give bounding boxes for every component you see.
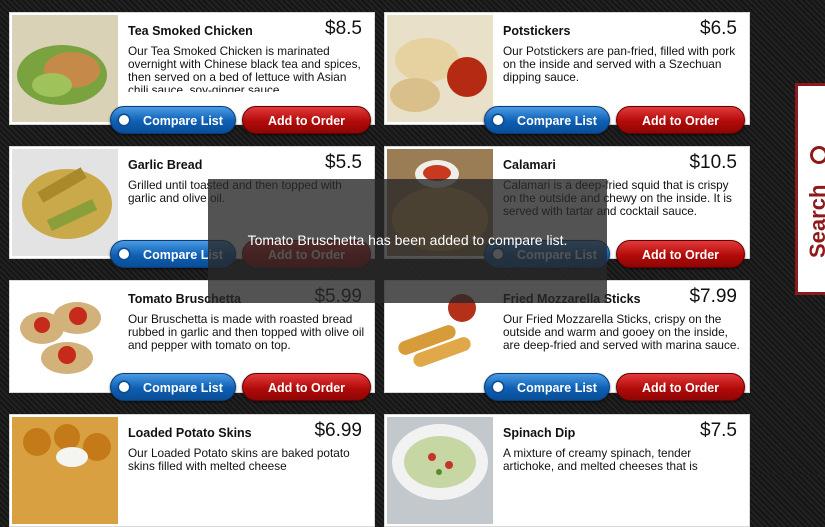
menu-card-spinach-dip: Spinach Dip $7.5 A mixture of creamy spi… xyxy=(384,414,750,527)
search-tab[interactable]: Search xyxy=(795,83,825,295)
add-to-order-label: Add to Order xyxy=(641,114,720,128)
dish-name: Garlic Bread xyxy=(128,158,203,172)
dish-image xyxy=(387,417,493,524)
dish-description: Our Bruschetta is made with roasted brea… xyxy=(128,313,365,352)
radio-icon xyxy=(119,249,129,259)
add-to-order-label: Add to Order xyxy=(641,381,720,395)
dish-name: Potstickers xyxy=(503,24,571,38)
add-to-order-button[interactable]: Add to Order xyxy=(616,240,745,268)
dish-image xyxy=(12,149,118,256)
radio-icon xyxy=(119,115,129,125)
dish-description: Our Tea Smoked Chicken is marinated over… xyxy=(128,45,361,92)
dish-price: $7.5 xyxy=(700,420,737,441)
add-to-order-button[interactable]: Add to Order xyxy=(616,373,745,401)
add-to-order-label: Add to Order xyxy=(267,381,346,395)
compare-list-label: Compare List xyxy=(517,114,597,128)
compare-list-button[interactable]: Compare List xyxy=(484,373,610,401)
compare-list-button[interactable]: Compare List xyxy=(484,106,610,134)
dish-price: $7.99 xyxy=(689,286,737,307)
add-to-order-label: Add to Order xyxy=(641,248,720,262)
add-to-order-button[interactable]: Add to Order xyxy=(616,106,745,134)
compare-toast: Tomato Bruschetta has been added to comp… xyxy=(208,179,607,303)
add-to-order-label: Add to Order xyxy=(267,114,346,128)
compare-list-label: Compare List xyxy=(517,381,597,395)
dish-description: A mixture of creamy spinach, tender arti… xyxy=(503,447,698,473)
compare-list-button[interactable]: Compare List xyxy=(110,373,236,401)
dish-name: Tea Smoked Chicken xyxy=(128,24,253,38)
add-to-order-button[interactable]: Add to Order xyxy=(242,106,371,134)
toast-message: Tomato Bruschetta has been added to comp… xyxy=(247,232,568,248)
dish-name: Calamari xyxy=(503,158,556,172)
search-icon xyxy=(810,146,825,165)
menu-card-loaded-potato-skins: Loaded Potato Skins $6.99 Our Loaded Pot… xyxy=(9,414,375,527)
dish-image xyxy=(12,15,118,122)
dish-image xyxy=(12,283,118,390)
dish-price: $10.5 xyxy=(689,152,737,173)
dish-description: Our Loaded Potato skins are baked potato… xyxy=(128,447,350,473)
dish-name: Loaded Potato Skins xyxy=(128,426,252,440)
radio-icon xyxy=(119,382,129,392)
dish-image xyxy=(387,15,493,122)
dish-price: $5.5 xyxy=(325,152,362,173)
dish-price: $6.99 xyxy=(314,420,362,441)
radio-icon xyxy=(493,115,503,125)
radio-icon xyxy=(493,382,503,392)
search-tab-label: Search xyxy=(801,46,825,268)
compare-list-label: Compare List xyxy=(143,381,223,395)
dish-description: Our Fried Mozzarella Sticks, crispy on t… xyxy=(503,313,740,352)
dish-image xyxy=(12,417,118,524)
dish-price: $8.5 xyxy=(325,18,362,39)
dish-name: Spinach Dip xyxy=(503,426,576,440)
compare-list-label: Compare List xyxy=(143,114,223,128)
dish-price: $6.5 xyxy=(700,18,737,39)
add-to-order-button[interactable]: Add to Order xyxy=(242,373,371,401)
compare-list-button[interactable]: Compare List xyxy=(110,106,236,134)
dish-description: Our Potstickers are pan-fried, filled wi… xyxy=(503,45,736,84)
